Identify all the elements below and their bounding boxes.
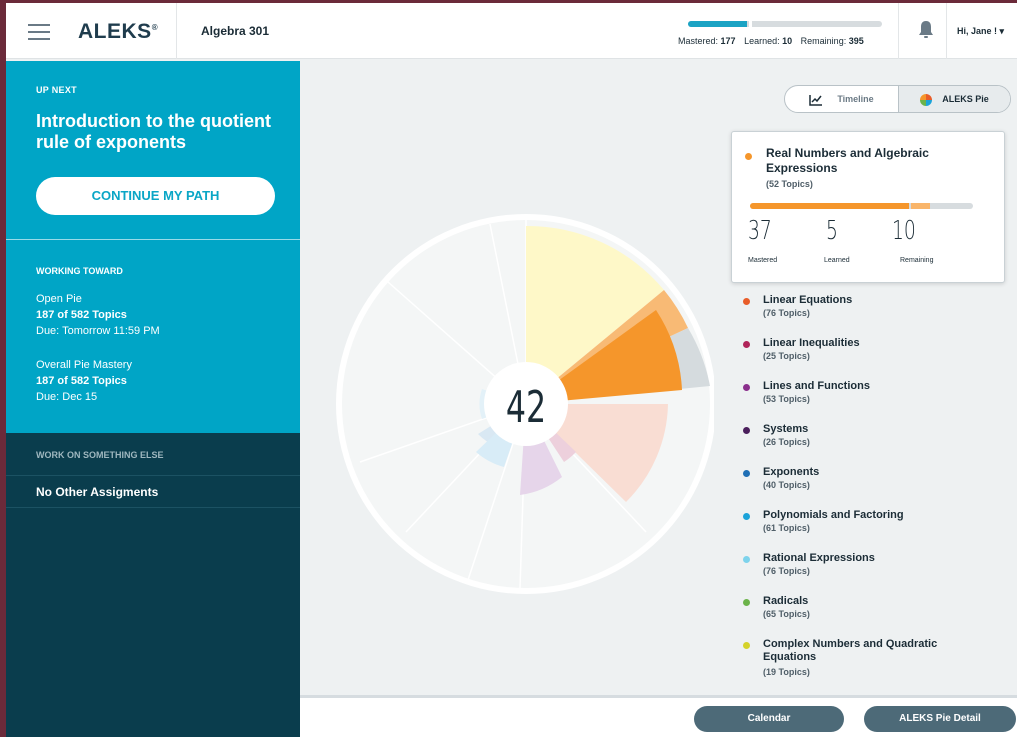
legend-topic-count: (26 Topics) — [763, 437, 810, 447]
legend-category-name: Systems — [763, 423, 809, 435]
learned-count: 5 — [826, 216, 838, 246]
goal-name: Open Pie — [36, 293, 82, 305]
legend-category-name: Rational Expressions — [763, 552, 875, 564]
legend-topic-count: (76 Topics) — [763, 566, 810, 576]
bell-icon[interactable] — [917, 20, 935, 40]
legend-topic-count: (25 Topics) — [763, 351, 810, 361]
footer: Calendar ALEKS Pie Detail — [300, 695, 1017, 737]
goal-topics: 187 of 582 Topics — [36, 309, 127, 321]
timeline-tab[interactable]: Timeline — [785, 86, 898, 112]
divider — [6, 507, 300, 508]
legend-topic-count: (53 Topics) — [763, 394, 810, 404]
remaining-label: Remaining — [900, 257, 934, 264]
legend-category-name: Lines and Functions — [763, 380, 870, 392]
header-divider — [176, 3, 177, 59]
header-divider — [946, 3, 947, 59]
aleks-pie-tab[interactable]: ALEKS Pie — [898, 86, 1010, 112]
legend-topic-count: (40 Topics) — [763, 480, 810, 490]
top-header: ALEKS® Algebra 301 Mastered: 177 Learned… — [6, 3, 1017, 59]
goal-due: Due: Dec 15 — [36, 391, 98, 403]
aleks-pie-chart[interactable]: 42 — [330, 212, 714, 596]
continue-my-path-button[interactable]: CONTINUE MY PATH — [36, 177, 275, 215]
sidebar: UP NEXT Introduction to the quotient rul… — [6, 61, 300, 737]
legend-category-name: Linear Inequalities — [763, 337, 860, 349]
legend-category-name: Linear Equations — [763, 294, 853, 306]
up-next-label: UP NEXT — [36, 85, 77, 95]
legend-dot — [743, 341, 750, 348]
menu-icon[interactable] — [28, 24, 50, 40]
detail-progress-bar — [750, 203, 973, 209]
pie-icon — [920, 93, 933, 106]
legend-topic-count: (76 Topics) — [763, 308, 810, 318]
learned-label: Learned — [824, 257, 850, 264]
progress-stats: Mastered: 177 Learned: 10 Remaining: 395 — [678, 36, 864, 46]
legend-dot — [743, 642, 750, 649]
legend-dot — [743, 298, 750, 305]
goal-item[interactable]: Overall Pie Mastery 187 of 582 Topics Du… — [36, 357, 132, 405]
app-frame: ALEKS® Algebra 301 Mastered: 177 Learned… — [6, 3, 1017, 737]
view-toggle: Timeline ALEKS Pie — [784, 85, 1011, 113]
legend-dot — [743, 556, 750, 563]
legend-dot — [743, 470, 750, 477]
goal-item[interactable]: Open Pie 187 of 582 Topics Due: Tomorrow… — [36, 291, 160, 339]
up-next-panel: UP NEXT Introduction to the quotient rul… — [6, 61, 300, 433]
legend-topic-count: (61 Topics) — [763, 523, 810, 533]
line-chart-icon — [809, 94, 823, 106]
legend-category-name: Complex Numbers and Quadratic Equations — [763, 638, 938, 663]
header-divider — [898, 3, 899, 59]
working-toward-label: WORKING TOWARD — [36, 266, 123, 276]
aleks-logo: ALEKS® — [78, 20, 159, 43]
legend-category-name: Polynomials and Factoring — [763, 509, 904, 521]
legend-category-name: Radicals — [763, 595, 809, 607]
main-content: Timeline ALEKS Pie 42 Real Numbers and A… — [300, 61, 1017, 695]
course-title: Algebra 301 — [201, 24, 270, 38]
remaining-count: 10 — [892, 216, 916, 246]
legend-dot — [743, 513, 750, 520]
detail-topic-count: (52 Topics) — [766, 179, 813, 189]
calendar-button[interactable]: Calendar — [694, 706, 844, 732]
divider — [6, 475, 300, 476]
legend-topic-count: (19 Topics) — [763, 667, 810, 677]
goal-due: Due: Tomorrow 11:59 PM — [36, 325, 160, 337]
detail-mastered-fill — [750, 203, 909, 209]
goal-name: Overall Pie Mastery — [36, 359, 132, 371]
goal-topics: 187 of 582 Topics — [36, 375, 127, 387]
work-on-something-else-label: WORK ON SOMETHING ELSE — [36, 450, 164, 460]
detail-category-name: Real Numbers and Algebraic Expressions — [766, 146, 929, 175]
aleks-pie-detail-button[interactable]: ALEKS Pie Detail — [864, 706, 1016, 732]
no-other-assignments: No Other Assigments — [36, 485, 159, 499]
legend-category-name: Exponents — [763, 466, 820, 478]
progress-mastered-fill — [688, 21, 747, 27]
divider — [6, 239, 300, 240]
mastered-label: Mastered — [748, 257, 778, 264]
legend-dot — [743, 599, 750, 606]
progress-learned-fill — [749, 21, 752, 27]
detail-learned-fill — [910, 203, 931, 209]
legend-topic-count: (65 Topics) — [763, 609, 810, 619]
overall-progress-bar — [688, 21, 882, 27]
user-menu[interactable]: Hi, Jane ! ▾ — [957, 26, 1004, 37]
up-next-topic-title: Introduction to the quotient rule of exp… — [36, 111, 271, 152]
pie-detail-card: Real Numbers and Algebraic Expressions (… — [731, 131, 1005, 283]
category-dot — [745, 153, 752, 160]
pie-center-count: 42 — [506, 382, 546, 434]
mastered-count: 37 — [748, 216, 772, 246]
legend-dot — [743, 384, 750, 391]
legend-dot — [743, 427, 750, 434]
